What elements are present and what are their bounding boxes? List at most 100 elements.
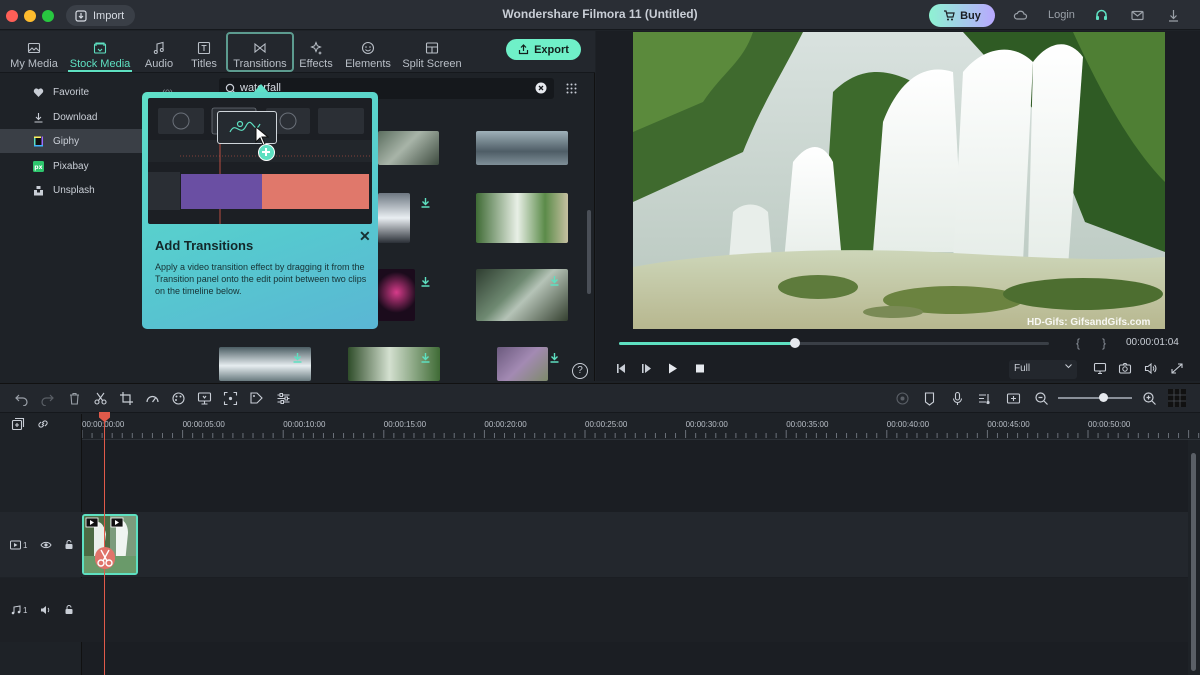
tooltip-close-icon[interactable]: ✕ [359, 228, 371, 245]
tab-label: Titles [191, 58, 217, 70]
motion-tracking-icon[interactable] [223, 391, 238, 406]
tab-effects[interactable]: Effects [297, 34, 335, 70]
download-icon[interactable] [421, 353, 430, 363]
ruler-label: 00:00:20:00 [484, 420, 527, 429]
eye-icon[interactable] [40, 540, 52, 550]
download-icon[interactable] [550, 276, 559, 286]
media-thumbnail[interactable] [378, 131, 439, 165]
download-update-icon[interactable] [1166, 8, 1181, 23]
mail-icon[interactable] [1130, 8, 1145, 23]
add-track-icon[interactable] [11, 417, 25, 431]
adjust-icon[interactable] [276, 391, 291, 406]
buy-button[interactable]: Buy [929, 4, 995, 27]
tab-stock-media[interactable]: Stock Media [66, 34, 134, 70]
sidebar-item-giphy[interactable]: Giphy [0, 129, 142, 153]
pixabay-icon: px [33, 160, 44, 172]
volume-icon[interactable] [1144, 362, 1158, 375]
undo-icon[interactable] [14, 391, 29, 406]
speed-icon[interactable] [145, 391, 160, 406]
snapshot-icon[interactable] [1006, 391, 1021, 406]
cloud-icon[interactable] [1013, 8, 1028, 23]
sidebar-item-unsplash[interactable]: Unsplash [0, 178, 142, 202]
preview-zoom-select[interactable]: Full [1009, 360, 1077, 379]
export-button[interactable]: Export [506, 39, 581, 60]
marker-icon[interactable] [922, 391, 937, 406]
tab-my-media[interactable]: My Media [8, 34, 60, 70]
media-thumbnail[interactable] [476, 131, 568, 165]
ruler-label: 00:00:05:00 [182, 420, 225, 429]
audio-track-icon [10, 605, 22, 615]
monitor-icon[interactable] [1093, 362, 1107, 375]
ruler-label: 00:00:30:00 [685, 420, 728, 429]
keyframe-icon[interactable] [249, 391, 264, 406]
sidebar-item-label: Unsplash [53, 184, 95, 196]
ruler-label: 00:00:35:00 [786, 420, 829, 429]
download-icon[interactable] [550, 353, 559, 363]
tab-label: Effects [299, 58, 333, 70]
timeline-scrollbar[interactable] [1191, 453, 1196, 671]
scissors-icon[interactable] [95, 547, 115, 569]
ruler-label: 00:00:10:00 [283, 420, 326, 429]
audio-mixer-icon[interactable] [977, 391, 992, 406]
giphy-icon [33, 136, 44, 147]
media-thumbnail[interactable] [476, 193, 568, 243]
transition-icon [253, 41, 267, 55]
green-screen-icon[interactable] [197, 391, 212, 406]
help-icon[interactable]: ? [572, 363, 588, 379]
headset-icon[interactable] [1094, 8, 1109, 23]
download-icon[interactable] [421, 277, 430, 287]
ruler-label: 00:00:45:00 [987, 420, 1030, 429]
play-frame-icon[interactable] [640, 362, 654, 375]
timeline-layout-icon[interactable] [1167, 388, 1187, 408]
media-thumbnail[interactable] [497, 347, 548, 381]
audio-track-row [0, 578, 1188, 642]
delete-icon[interactable] [67, 391, 82, 406]
sidebar-item-label: Favorite [53, 86, 90, 98]
link-icon[interactable] [36, 417, 50, 431]
tab-audio[interactable]: Audio [140, 34, 178, 70]
media-thumbnail[interactable] [378, 193, 410, 243]
render-preview-icon[interactable] [895, 391, 910, 406]
download-icon[interactable] [421, 198, 430, 208]
split-icon[interactable] [93, 391, 108, 406]
crop-icon[interactable] [119, 391, 134, 406]
media-scrollbar[interactable] [587, 210, 591, 294]
color-icon[interactable] [171, 391, 186, 406]
speaker-icon[interactable] [40, 605, 52, 615]
tab-split-screen[interactable]: Split Screen [400, 34, 464, 70]
microphone-icon[interactable] [950, 391, 965, 406]
step-back-icon[interactable] [615, 362, 629, 375]
video-track-number: 1 [23, 541, 28, 550]
fullscreen-icon[interactable] [1170, 362, 1184, 375]
download-icon[interactable] [293, 353, 302, 363]
sidebar-item-pixabay[interactable]: px Pixabay [0, 154, 142, 178]
zoom-out-icon[interactable] [1034, 391, 1049, 406]
tab-titles[interactable]: Titles [187, 34, 221, 70]
sidebar-item-favorite[interactable]: Favorite [0, 80, 142, 104]
ruler-label: 00:00:15:00 [383, 420, 427, 429]
preview-video[interactable] [633, 32, 1165, 329]
timeline-zoom-slider[interactable] [1058, 397, 1132, 399]
sidebar-item-download[interactable]: Download [0, 105, 142, 129]
play-icon[interactable] [666, 362, 680, 375]
redo-icon[interactable] [40, 391, 55, 406]
timeline-zoom-knob[interactable] [1099, 393, 1108, 402]
lock-icon[interactable] [64, 604, 74, 615]
tab-transitions[interactable]: Transitions [228, 34, 292, 70]
ruler-label: 00:00:25:00 [585, 420, 628, 429]
zoom-in-icon[interactable] [1142, 391, 1157, 406]
media-thumbnail[interactable] [378, 269, 415, 321]
tab-label: Elements [345, 58, 391, 70]
tab-elements[interactable]: Elements [344, 34, 392, 70]
ruler-label: 00:00:40:00 [886, 420, 930, 429]
login-link[interactable]: Login [1048, 9, 1075, 21]
camera-icon[interactable] [1118, 362, 1132, 375]
clear-search-icon[interactable] [535, 82, 547, 94]
svg-text:px: px [34, 164, 42, 171]
lock-icon[interactable] [64, 539, 74, 550]
cursor-icon [255, 126, 269, 146]
stop-icon[interactable] [693, 362, 707, 375]
grid-view-icon[interactable] [566, 83, 577, 94]
mark-out-button[interactable]: } [1102, 336, 1106, 350]
mark-in-button[interactable]: { [1076, 336, 1080, 350]
